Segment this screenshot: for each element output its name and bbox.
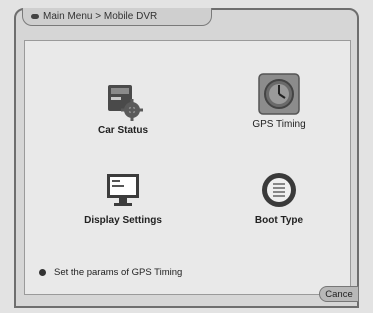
- cancel-button[interactable]: Cance: [319, 286, 359, 302]
- gps-timing-icon: [258, 73, 300, 115]
- menu-item-gps-timing[interactable]: GPS Timing: [219, 73, 339, 130]
- status-text: Set the params of GPS Timing: [54, 267, 183, 278]
- bullet-icon: [39, 269, 46, 276]
- menu-panel: Car Status GPS Timing Display Settings B…: [24, 40, 351, 295]
- breadcrumb: Main Menu > Mobile DVR: [43, 11, 158, 22]
- menu-item-label: Boot Type: [254, 215, 304, 226]
- menu-item-boot-type[interactable]: Boot Type: [219, 169, 339, 226]
- monitor-icon: [102, 169, 144, 211]
- menu-item-label: Car Status: [97, 125, 148, 136]
- car-status-icon: [102, 79, 144, 121]
- boot-type-icon: [258, 169, 300, 211]
- mobile-dvr-window: Main Menu > Mobile DVR Car Status GPS Ti…: [14, 8, 359, 308]
- menu-item-label: GPS Timing: [252, 119, 306, 130]
- menu-item-car-status[interactable]: Car Status: [63, 79, 183, 136]
- tab-indicator-icon: [31, 14, 39, 19]
- menu-item-label: Display Settings: [84, 215, 162, 226]
- status-hint: Set the params of GPS Timing: [39, 267, 182, 278]
- breadcrumb-tab: Main Menu > Mobile DVR: [22, 8, 212, 26]
- menu-item-display-settings[interactable]: Display Settings: [63, 169, 183, 226]
